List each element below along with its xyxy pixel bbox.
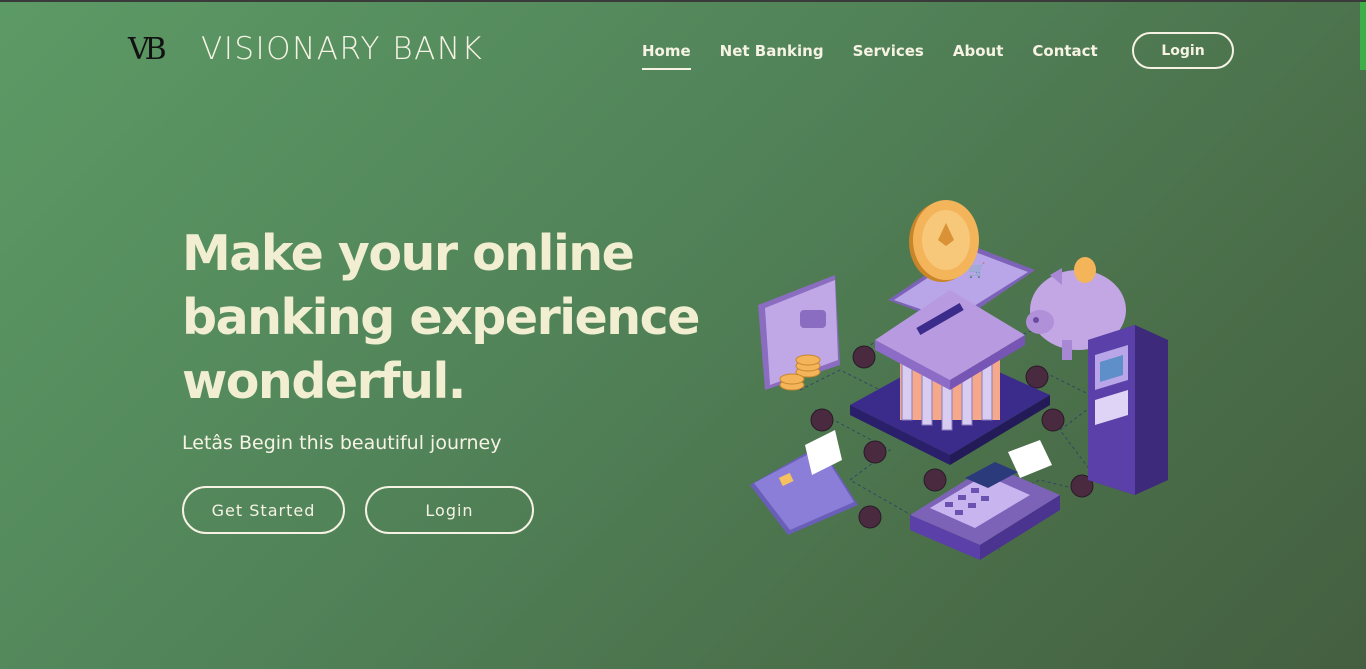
nav-net-banking[interactable]: Net Banking [720, 42, 824, 70]
illustration-svg: 🛒 [750, 200, 1168, 560]
hero-login-button[interactable]: Login [365, 486, 534, 534]
nav-about[interactable]: About [953, 42, 1004, 70]
vb-monogram-icon[interactable]: VB [128, 30, 170, 72]
nav-services[interactable]: Services [853, 42, 924, 70]
nav-login-button[interactable]: Login [1132, 32, 1234, 69]
hero-subtitle: Letâs Begin this beautiful journey [182, 432, 502, 454]
credit-card-icon [750, 445, 858, 535]
navbar: VB VISIONARY BANK Home Net Banking Servi… [0, 0, 1366, 100]
bank-building-icon [850, 290, 1050, 465]
nav-home[interactable]: Home [642, 42, 691, 70]
nav-contact[interactable]: Contact [1032, 42, 1097, 70]
online-banking-isometric-illustration: 🛒 [740, 190, 1190, 570]
hero-title: Make your online banking experience wond… [182, 225, 700, 410]
atm-machine-icon [1088, 325, 1168, 495]
get-started-button[interactable]: Get Started [182, 486, 345, 534]
brand-name[interactable]: VISIONARY BANK [201, 31, 483, 67]
nav-links: Home Net Banking Services About Contact [642, 42, 1127, 70]
